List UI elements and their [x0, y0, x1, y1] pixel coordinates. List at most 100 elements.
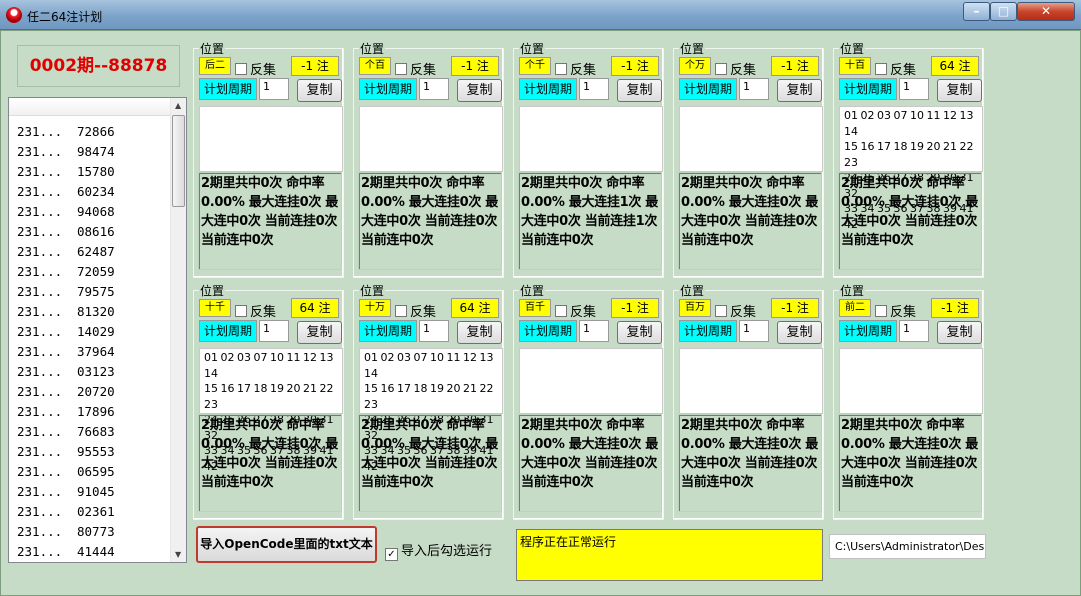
history-period: 231... — [17, 484, 63, 499]
plan-cycle-input[interactable]: 1 — [419, 78, 449, 100]
reverse-checkbox[interactable]: 反集 — [555, 59, 596, 78]
history-row[interactable]: 231... 14029 — [17, 322, 115, 342]
copy-button[interactable]: 复制 — [297, 321, 342, 344]
position-select[interactable]: 百万 — [679, 299, 711, 317]
checkbox-unchecked-icon[interactable] — [395, 63, 407, 75]
scroll-down-arrow-icon[interactable]: ▼ — [175, 550, 181, 559]
numbers-textbox[interactable] — [519, 348, 663, 414]
checkbox-unchecked-icon[interactable] — [875, 63, 887, 75]
status-textbox[interactable]: 程序正在正常运行 — [516, 529, 823, 581]
numbers-textbox[interactable] — [359, 106, 503, 172]
history-row[interactable]: 231... 95553 — [17, 442, 115, 462]
checkbox-unchecked-icon[interactable] — [235, 305, 247, 317]
checkbox-unchecked-icon[interactable] — [235, 63, 247, 75]
reverse-checkbox[interactable]: 反集 — [715, 59, 756, 78]
position-select[interactable]: 十万 — [359, 299, 391, 317]
reverse-checkbox[interactable]: 反集 — [395, 301, 436, 320]
plan-cycle-input[interactable]: 1 — [739, 320, 769, 342]
history-row[interactable]: 231... 60234 — [17, 182, 115, 202]
scrollbar-thumb[interactable] — [172, 115, 185, 207]
history-row[interactable]: 231... 80773 — [17, 522, 115, 542]
history-row[interactable]: 231... 79575 — [17, 282, 115, 302]
history-row[interactable]: 231... 08616 — [17, 222, 115, 242]
reverse-checkbox[interactable]: 反集 — [555, 301, 596, 320]
copy-button[interactable]: 复制 — [777, 79, 822, 102]
minimize-button[interactable]: – — [963, 2, 990, 21]
reverse-checkbox[interactable]: 反集 — [875, 301, 916, 320]
history-scrollbar[interactable]: ▲ ▼ — [170, 98, 186, 562]
plan-cycle-input[interactable]: 1 — [259, 320, 289, 342]
position-select[interactable]: 个万 — [679, 57, 711, 75]
plan-cycle-input[interactable]: 1 — [899, 320, 929, 342]
position-select[interactable]: 后二 — [199, 57, 231, 75]
close-button[interactable]: ✕ — [1017, 2, 1075, 21]
plan-cycle-input[interactable]: 1 — [419, 320, 449, 342]
numbers-textbox[interactable] — [839, 348, 983, 414]
position-select[interactable]: 个百 — [359, 57, 391, 75]
checkbox-unchecked-icon[interactable] — [395, 305, 407, 317]
history-row[interactable]: 231... 02361 — [17, 502, 115, 522]
checkbox-unchecked-icon[interactable] — [715, 63, 727, 75]
reverse-checkbox[interactable]: 反集 — [235, 59, 276, 78]
numbers-textbox[interactable]: 01 02 03 07 10 11 12 13 14 15 16 17 18 1… — [839, 106, 983, 231]
history-list[interactable]: 231... 72866 231... 98474 231... 15780 231... 6… — [8, 97, 187, 563]
numbers-textbox[interactable] — [679, 106, 823, 172]
history-row[interactable]: 231... 72866 — [17, 122, 115, 142]
history-row[interactable]: 231... 98474 — [17, 142, 115, 162]
reverse-checkbox[interactable]: 反集 — [235, 301, 276, 320]
plan-panel: 位置 后二 反集 -1 注 计划周期 1 复制 2期里共中0次 命中率0.00%… — [193, 40, 344, 278]
position-select[interactable]: 百千 — [519, 299, 551, 317]
auto-run-checkbox[interactable]: ✓ 导入后勾选运行 — [385, 540, 492, 561]
numbers-textbox[interactable]: 01 02 03 07 10 11 12 13 14 15 16 17 18 1… — [359, 348, 503, 473]
history-row[interactable]: 231... 37964 — [17, 342, 115, 362]
reverse-checkbox[interactable]: 反集 — [875, 59, 916, 78]
history-row[interactable]: 231... 81320 — [17, 302, 115, 322]
history-row[interactable]: 231... 72059 — [17, 262, 115, 282]
plan-cycle-input[interactable]: 1 — [579, 78, 609, 100]
checkbox-unchecked-icon[interactable] — [715, 305, 727, 317]
copy-button[interactable]: 复制 — [617, 321, 662, 344]
scroll-up-arrow-icon[interactable]: ▲ — [175, 101, 181, 110]
plan-cycle-input[interactable]: 1 — [899, 78, 929, 100]
checkbox-unchecked-icon[interactable] — [555, 63, 567, 75]
numbers-textbox[interactable] — [519, 106, 663, 172]
bet-count-field: -1 注 — [611, 298, 659, 318]
history-row[interactable]: 231... 62487 — [17, 242, 115, 262]
numbers-textbox[interactable] — [679, 348, 823, 414]
maximize-button[interactable]: □ — [990, 2, 1017, 21]
history-row[interactable]: 231... 03123 — [17, 362, 115, 382]
position-select[interactable]: 个千 — [519, 57, 551, 75]
reverse-checkbox[interactable]: 反集 — [395, 59, 436, 78]
position-select[interactable]: 前二 — [839, 299, 871, 317]
plan-cycle-input[interactable]: 1 — [579, 320, 609, 342]
plan-cycle-input[interactable]: 1 — [739, 78, 769, 100]
numbers-textbox[interactable]: 01 02 03 07 10 11 12 13 14 15 16 17 18 1… — [199, 348, 343, 473]
position-select[interactable]: 十千 — [199, 299, 231, 317]
history-row[interactable]: 231... 15780 — [17, 162, 115, 182]
plan-cycle-input[interactable]: 1 — [259, 78, 289, 100]
import-opencode-button[interactable]: 导入OpenCode里面的txt文本 — [196, 526, 377, 563]
history-row[interactable]: 231... 20720 — [17, 382, 115, 402]
history-period: 231... — [17, 144, 63, 159]
history-row[interactable]: 231... 94068 — [17, 202, 115, 222]
copy-button[interactable]: 复制 — [777, 321, 822, 344]
copy-button[interactable]: 复制 — [937, 321, 982, 344]
history-row[interactable]: 231... 76683 — [17, 422, 115, 442]
reverse-checkbox[interactable]: 反集 — [715, 301, 756, 320]
numbers-textbox[interactable] — [199, 106, 343, 172]
copy-button[interactable]: 复制 — [457, 321, 502, 344]
history-row[interactable]: 231... 41444 — [17, 542, 115, 562]
copy-button[interactable]: 复制 — [457, 79, 502, 102]
copy-button[interactable]: 复制 — [937, 79, 982, 102]
copy-button[interactable]: 复制 — [297, 79, 342, 102]
history-row[interactable]: 231... 17896 — [17, 402, 115, 422]
checkbox-unchecked-icon[interactable] — [875, 305, 887, 317]
history-row[interactable]: 231... 91045 — [17, 482, 115, 502]
checkbox-checked-icon[interactable]: ✓ — [385, 548, 398, 561]
file-path-field[interactable]: C:\Users\Administrator\Des — [829, 534, 986, 559]
copy-button[interactable]: 复制 — [617, 79, 662, 102]
history-number: 72059 — [77, 264, 115, 279]
position-select[interactable]: 十百 — [839, 57, 871, 75]
history-row[interactable]: 231... 06595 — [17, 462, 115, 482]
checkbox-unchecked-icon[interactable] — [555, 305, 567, 317]
